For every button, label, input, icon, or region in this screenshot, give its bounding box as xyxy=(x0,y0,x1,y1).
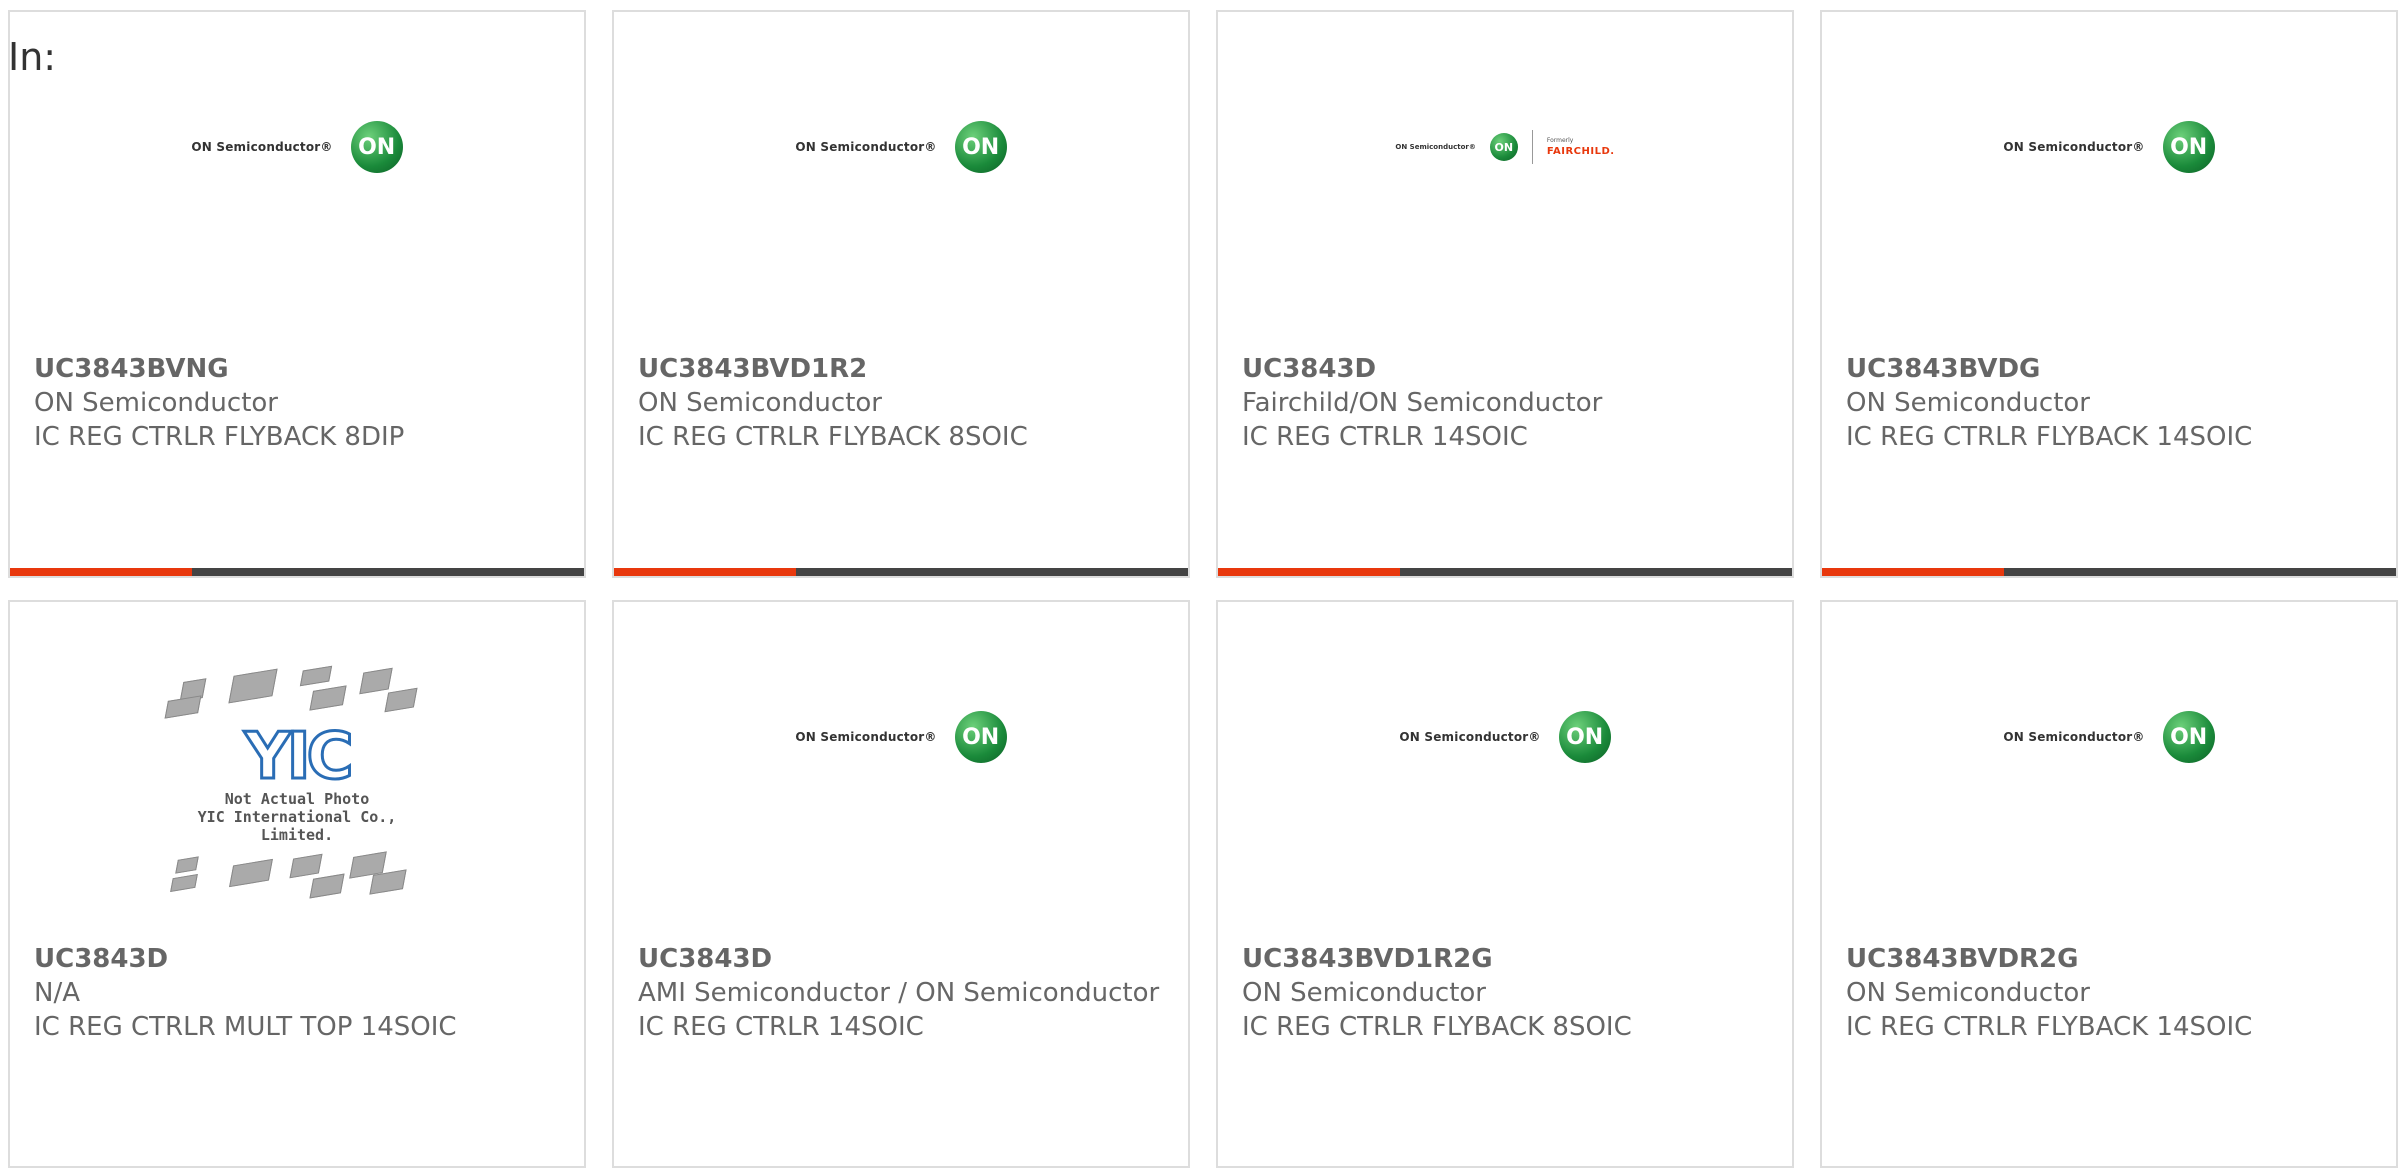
part-number[interactable]: UC3843BVNG xyxy=(34,352,560,386)
product-card[interactable]: ON Semiconductor® ON UC3843BVDG ON Semic… xyxy=(1820,10,2398,578)
description: IC REG CTRLR FLYBACK 14SOIC xyxy=(1846,1012,2253,1042)
product-card[interactable]: ON Semiconductor® ON UC3843BVD1R2 ON Sem… xyxy=(612,10,1190,578)
part-number[interactable]: UC3843BVD1R2 xyxy=(638,352,1164,386)
on-semiconductor-logo: ON Semiconductor® ON xyxy=(795,711,1007,763)
part-number[interactable]: UC3843D xyxy=(638,942,1164,976)
manufacturer: Fairchild/ON Semiconductor xyxy=(1242,388,1603,418)
fairchild-on-logo: ON Semiconductor® ON Formerly FAIRCHILD. xyxy=(1395,130,1614,164)
manufacturer: ON Semiconductor xyxy=(1242,978,1486,1008)
card-accent-bar xyxy=(10,568,584,576)
product-card[interactable]: ON Semiconductor® ON UC3843BVDR2G ON Sem… xyxy=(1820,600,2398,1168)
part-number[interactable]: UC3843BVD1R2G xyxy=(1242,942,1768,976)
description: IC REG CTRLR MULT TOP 14SOIC xyxy=(34,1012,457,1042)
product-image: ON Semiconductor® ON xyxy=(614,72,1188,312)
on-semiconductor-logo: ON Semiconductor® ON xyxy=(795,121,1007,173)
product-grid: ON Semiconductor® ON UC3843BVNG ON Semic… xyxy=(8,10,2400,1168)
product-image: ON Semiconductor® ON xyxy=(1822,662,2396,902)
manufacturer: ON Semiconductor xyxy=(1846,978,2090,1008)
on-semiconductor-logo: ON Semiconductor® ON xyxy=(2003,121,2215,173)
product-image: YIC Not Actual Photo YIC International C… xyxy=(10,662,584,902)
product-image: ON Semiconductor® ON xyxy=(1822,72,2396,312)
product-card[interactable]: YIC Not Actual Photo YIC International C… xyxy=(8,600,586,1168)
description: IC REG CTRLR FLYBACK 14SOIC xyxy=(1846,422,2253,452)
filter-label: In: xyxy=(8,35,57,79)
yic-placeholder-image: YIC Not Actual Photo YIC International C… xyxy=(162,662,432,902)
manufacturer: N/A xyxy=(34,978,80,1008)
product-card[interactable]: ON Semiconductor® ON UC3843D AMI Semicon… xyxy=(612,600,1190,1168)
description: IC REG CTRLR FLYBACK 8DIP xyxy=(34,422,405,452)
product-image: ON Semiconductor® ON xyxy=(614,662,1188,902)
part-number[interactable]: UC3843BVDR2G xyxy=(1846,942,2372,976)
product-image: ON Semiconductor® ON xyxy=(1218,662,1792,902)
card-accent-bar xyxy=(1218,568,1792,576)
part-number[interactable]: UC3843D xyxy=(1242,352,1768,386)
description: IC REG CTRLR FLYBACK 8SOIC xyxy=(638,422,1028,452)
part-number[interactable]: UC3843D xyxy=(34,942,560,976)
description: IC REG CTRLR 14SOIC xyxy=(638,1012,924,1042)
product-image: ON Semiconductor® ON xyxy=(10,72,584,312)
description: IC REG CTRLR FLYBACK 8SOIC xyxy=(1242,1012,1632,1042)
on-semiconductor-logo: ON Semiconductor® ON xyxy=(1399,711,1611,763)
description: IC REG CTRLR 14SOIC xyxy=(1242,422,1528,452)
card-accent-bar xyxy=(1822,568,2396,576)
product-card[interactable]: ON Semiconductor® ON Formerly FAIRCHILD.… xyxy=(1216,10,1794,578)
manufacturer: ON Semiconductor xyxy=(638,388,882,418)
on-semiconductor-logo: ON Semiconductor® ON xyxy=(191,121,403,173)
manufacturer: AMI Semiconductor / ON Semiconductor xyxy=(638,978,1160,1008)
card-accent-bar xyxy=(614,568,1188,576)
product-image: ON Semiconductor® ON Formerly FAIRCHILD. xyxy=(1218,72,1792,312)
manufacturer: ON Semiconductor xyxy=(34,388,278,418)
product-card[interactable]: ON Semiconductor® ON UC3843BVNG ON Semic… xyxy=(8,10,586,578)
part-number[interactable]: UC3843BVDG xyxy=(1846,352,2372,386)
product-card[interactable]: ON Semiconductor® ON UC3843BVD1R2G ON Se… xyxy=(1216,600,1794,1168)
manufacturer: ON Semiconductor xyxy=(1846,388,2090,418)
on-semiconductor-logo: ON Semiconductor® ON xyxy=(2003,711,2215,763)
